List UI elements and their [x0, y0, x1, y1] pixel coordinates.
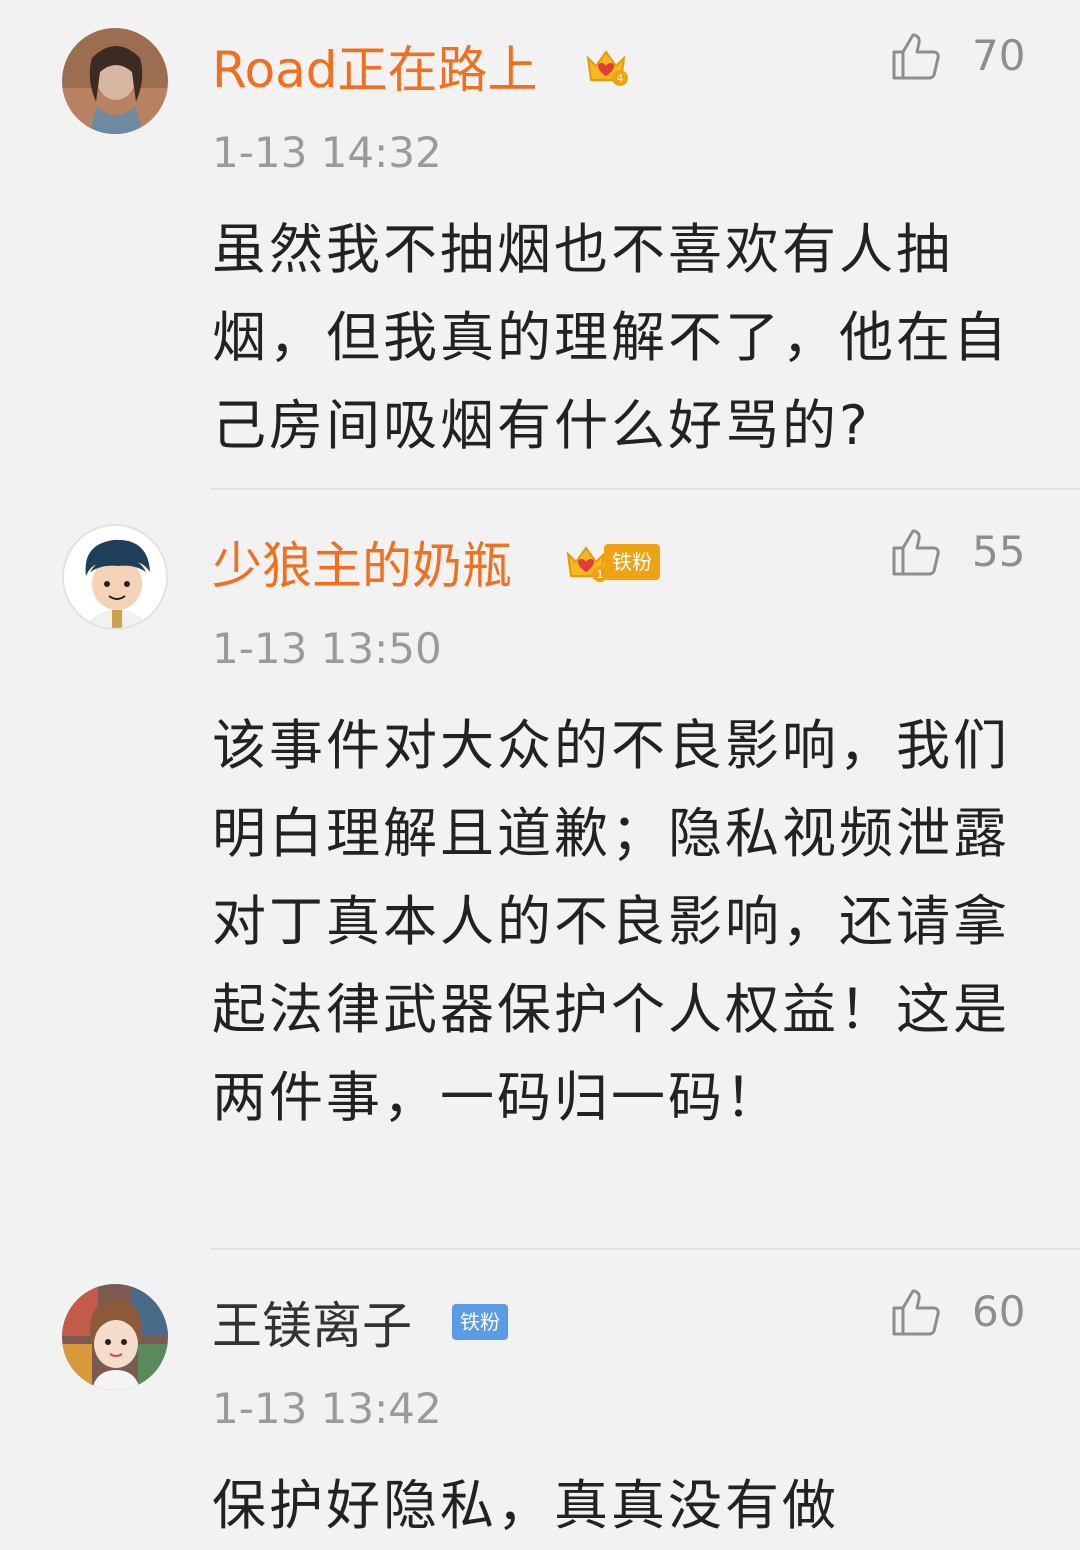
- comment-text: 虽然我不抽烟也不喜欢有人抽烟，但我真的理解不了，他在自己房间吸烟有什么好骂的?: [212, 218, 1010, 457]
- avatar[interactable]: [62, 1284, 168, 1390]
- username[interactable]: 少狼主的奶瓶: [212, 536, 512, 596]
- thumbs-up-icon: [892, 33, 940, 80]
- comment-item: Road正在路上 4 1-13 14:32 70 虽然我不抽烟也不喜欢有人抽烟，…: [0, 0, 1080, 490]
- fan-badge: 铁粉: [452, 1304, 508, 1340]
- comment-item: 少狼主的奶瓶 1 铁粉 1-13 13:50 55 该事件对大众的不良影响，我们…: [0, 490, 1080, 1250]
- comment-time: 1-13 14:32: [212, 128, 442, 177]
- avatar-image: [62, 1284, 168, 1390]
- avatar[interactable]: [62, 524, 168, 630]
- like-count: 60: [972, 1287, 1026, 1336]
- crown-level: 1: [597, 568, 604, 581]
- avatar-image: [62, 28, 168, 134]
- crown-level: 4: [617, 72, 624, 85]
- comment-text: 保护好隐私，真真没有做: [212, 1474, 839, 1537]
- like-count: 55: [972, 527, 1026, 576]
- comment-item: 王镁离子 铁粉 1-13 13:42 60 保护好隐私，真真没有做: [0, 1250, 1080, 1546]
- like-button[interactable]: 70: [890, 26, 1030, 86]
- fan-badge: 铁粉: [604, 544, 660, 580]
- username[interactable]: 王镁离子: [212, 1296, 412, 1356]
- crown-icon: 1: [566, 546, 608, 582]
- comment-time: 1-13 13:50: [212, 624, 442, 673]
- like-count: 70: [972, 31, 1026, 80]
- username[interactable]: Road正在路上: [212, 40, 537, 100]
- comment-time: 1-13 13:42: [212, 1384, 442, 1433]
- crown-icon: 4: [586, 50, 628, 86]
- comment-text: 该事件对大众的不良影响，我们明白理解且道歉；隐私视频泄露对丁真本人的不良影响，还…: [212, 714, 1010, 1129]
- avatar-image: [64, 526, 166, 628]
- avatar[interactable]: [62, 28, 168, 134]
- thumbs-up-icon: [892, 529, 940, 576]
- like-button[interactable]: 60: [890, 1282, 1030, 1342]
- like-button[interactable]: 55: [890, 522, 1030, 582]
- thumbs-up-icon: [892, 1289, 940, 1336]
